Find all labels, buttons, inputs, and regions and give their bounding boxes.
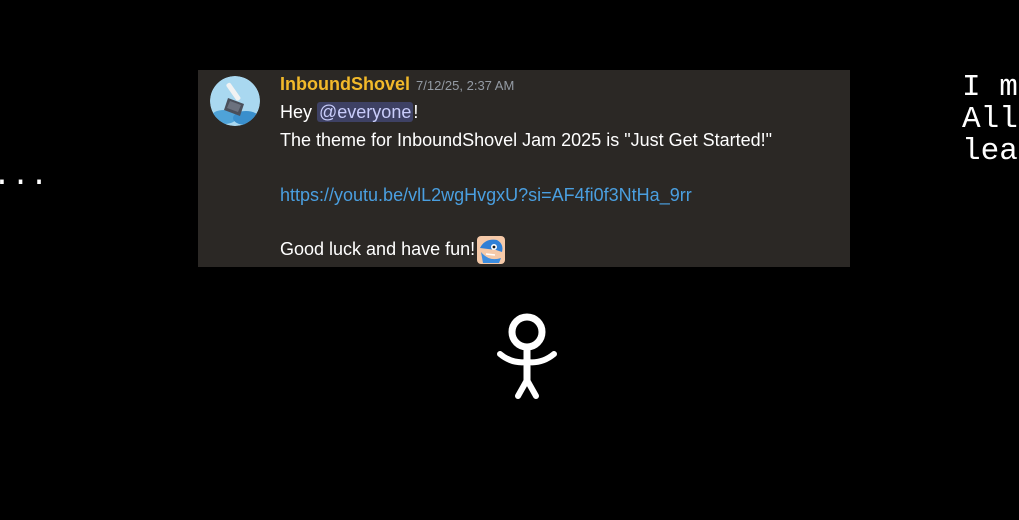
youtube-link[interactable]: https://youtu.be/vlL2wgHvgxU?si=AF4fi0f3… [280, 185, 692, 205]
greeting-text: Hey [280, 102, 318, 122]
username[interactable]: InboundShovel [280, 74, 410, 94]
greeting-punctuation: ! [413, 102, 419, 122]
message-line-closing: Good luck and have fun! [280, 236, 506, 264]
discord-message-card: InboundShovel 7/12/25, 2:37 AM Hey @every… [198, 70, 850, 267]
timestamp[interactable]: 7/12/25, 2:37 AM [416, 78, 514, 93]
closing-text: Good luck and have fun! [280, 238, 476, 259]
right-dialogue-text: I m All lea [962, 70, 1018, 169]
message-line-link: https://youtu.be/vlL2wgHvgxU?si=AF4fi0f3… [280, 184, 692, 206]
everyone-mention[interactable]: @everyone [317, 102, 414, 122]
stick-figure-character [497, 313, 557, 399]
message-header: InboundShovel 7/12/25, 2:37 AM [280, 74, 514, 95]
blue-character-emoji-icon [477, 236, 506, 264]
message-line-theme: The theme for InboundShovel Jam 2025 is … [280, 130, 773, 150]
shovel-avatar-icon[interactable] [210, 76, 260, 126]
left-dialogue-text: y... [0, 159, 49, 194]
message-line-greeting: Hey @everyone! [280, 101, 418, 123]
